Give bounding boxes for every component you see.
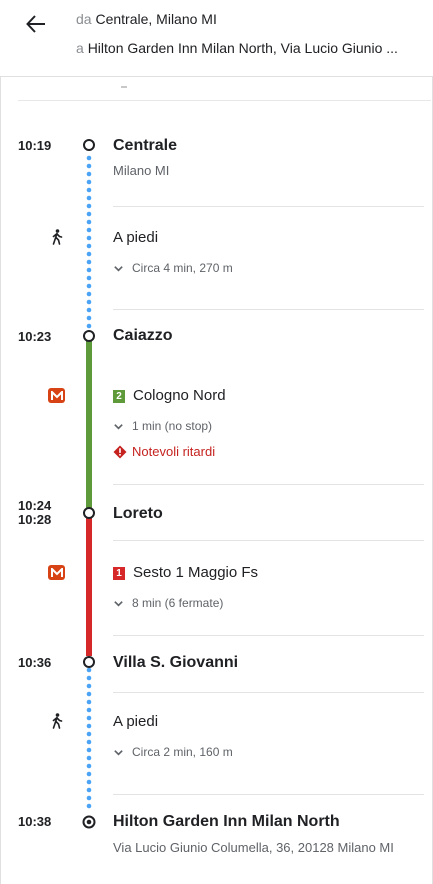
alert-diamond-icon xyxy=(113,445,127,458)
chevron-down-icon xyxy=(114,600,123,607)
arrival-time: 10:24 xyxy=(18,498,52,513)
chevron-down-icon xyxy=(114,423,123,430)
stop-name[interactable]: Caiazzo xyxy=(113,327,173,345)
destination-name[interactable]: Hilton Garden Inn Milan North xyxy=(113,813,340,831)
delay-alert[interactable]: Notevoli ritardi xyxy=(113,444,215,459)
line-number-badge: 2 xyxy=(113,390,125,403)
walk-detail-text: Circa 4 min, 270 m xyxy=(132,261,233,275)
walk-detail-text: Circa 2 min, 160 m xyxy=(132,745,233,759)
departure-time: 10:28 xyxy=(18,512,52,527)
divider xyxy=(113,206,424,207)
walk-label: A piedi xyxy=(113,229,159,246)
divider xyxy=(113,794,424,795)
walking-person-icon xyxy=(52,229,63,245)
stop-name[interactable]: Villa S. Giovanni xyxy=(113,654,238,672)
walking-person-icon xyxy=(52,713,63,729)
stop-time: 10:19 xyxy=(18,138,52,153)
walk-segment-2 xyxy=(86,667,92,809)
divider xyxy=(113,692,424,693)
stop-address: Milano MI xyxy=(113,163,170,178)
stop-time: 10:38 xyxy=(18,814,52,829)
transit-details-toggle[interactable]: 1 min (no stop) xyxy=(113,419,212,433)
stop-marker-loreto xyxy=(83,507,95,519)
stop-time: 10:36 xyxy=(18,655,52,670)
divider xyxy=(113,635,424,636)
walk-segment-1 xyxy=(86,155,92,329)
chevron-down-icon xyxy=(114,749,123,756)
stop-marker-caiazzo xyxy=(83,330,95,342)
transit-detail-text: 1 min (no stop) xyxy=(132,419,213,433)
walk-label: A piedi xyxy=(113,713,159,730)
transit-detail-text: 8 min (6 fermate) xyxy=(132,596,224,610)
line-number-badge: 1 xyxy=(113,567,125,580)
stop-marker-centrale xyxy=(83,139,95,151)
walk-details-toggle[interactable]: Circa 2 min, 160 m xyxy=(113,745,233,759)
destination-address: Via Lucio Giunio Columella, 36, 20128 Mi… xyxy=(113,840,394,855)
transit-line[interactable]: 2 Cologno Nord xyxy=(113,387,226,404)
transit-details-toggle[interactable]: 8 min (6 fermate) xyxy=(113,596,223,610)
alert-text: Notevoli ritardi xyxy=(132,444,216,459)
metro-m-icon xyxy=(48,565,65,580)
metro-line-1-segment xyxy=(86,518,92,656)
stop-marker-villa xyxy=(83,656,95,668)
walk-details-toggle[interactable]: Circa 4 min, 270 m xyxy=(113,261,233,275)
divider xyxy=(113,540,424,541)
stop-name[interactable]: Loreto xyxy=(113,505,163,523)
transit-line[interactable]: 1 Sesto 1 Maggio Fs xyxy=(113,564,258,581)
chevron-down-icon xyxy=(114,265,123,272)
stop-time: 10:23 xyxy=(18,329,52,344)
divider xyxy=(113,484,424,485)
stop-name[interactable]: Centrale xyxy=(113,137,177,155)
line-direction: Sesto 1 Maggio Fs xyxy=(133,564,259,581)
divider xyxy=(113,309,424,310)
metro-m-icon xyxy=(48,388,65,403)
metro-line-2-segment xyxy=(86,340,92,508)
line-direction: Cologno Nord xyxy=(133,387,226,404)
